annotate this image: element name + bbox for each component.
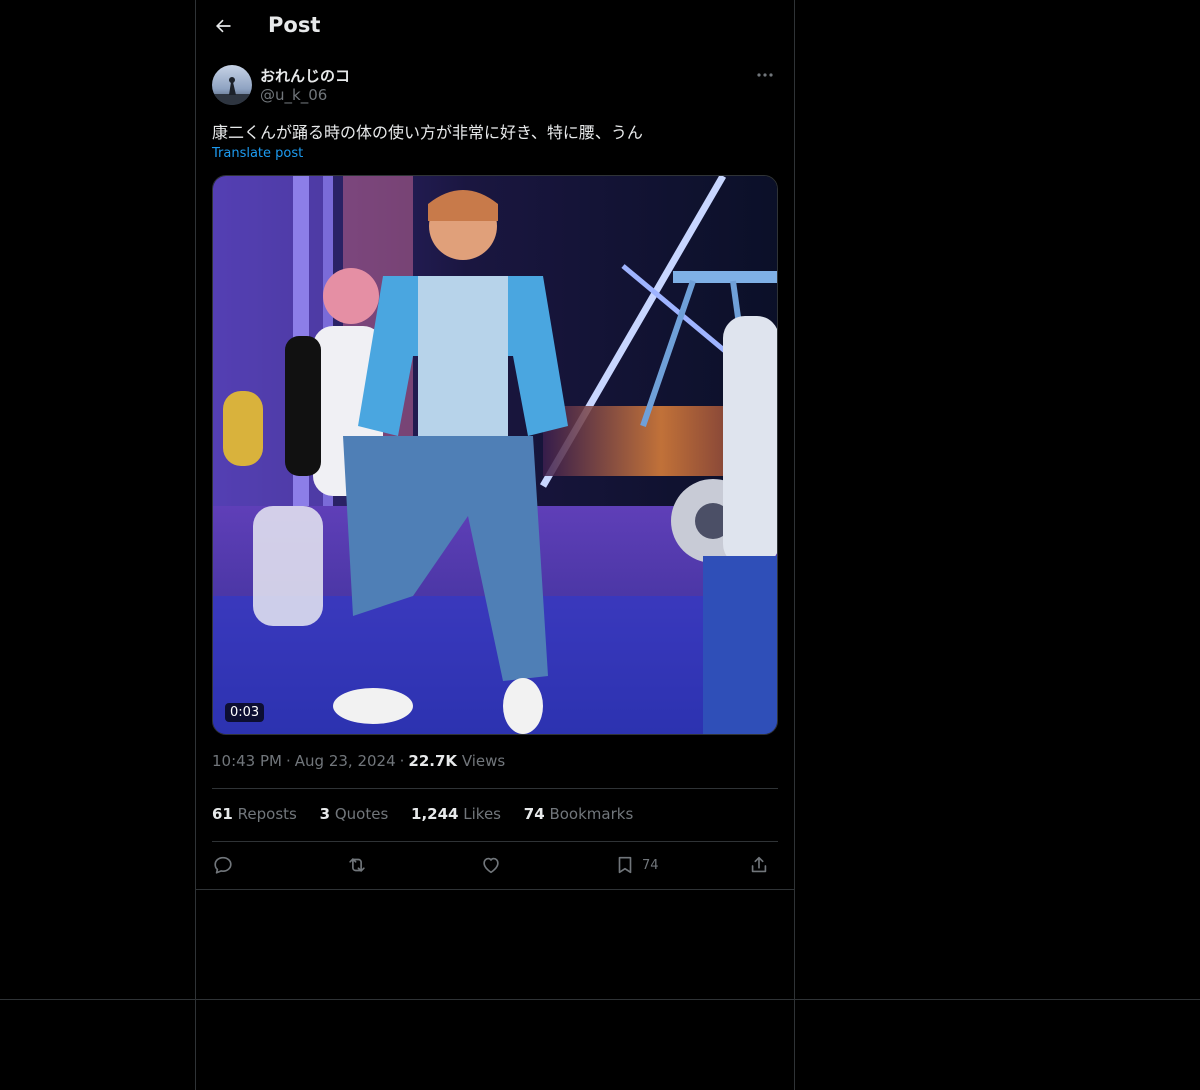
post-actions: 74 (212, 850, 778, 880)
author-display-name[interactable]: おれんじのコ (260, 65, 350, 86)
heart-icon (483, 857, 499, 874)
back-button[interactable] (210, 13, 236, 39)
share-icon (751, 856, 767, 873)
repost-icon (349, 858, 365, 872)
post-author: おれんじのコ @u_k_06 (212, 64, 778, 108)
divider (212, 788, 778, 789)
post-column: Post おれんじのコ @u_k_06 康二くんが踊る時の体の使い方が非常に好き… (196, 0, 794, 874)
post-video[interactable]: 0:03 (212, 175, 778, 735)
post-header: Post (196, 0, 794, 54)
translate-post-link[interactable]: Translate post (212, 146, 303, 161)
reply-button[interactable] (212, 850, 234, 880)
reposts-stat[interactable]: 61 Reposts (212, 805, 297, 823)
bookmark-icon (618, 856, 632, 874)
bookmarks-count: 74 (523, 805, 545, 823)
likes-label: Likes (463, 805, 502, 823)
post-text: 康二くんが踊る時の体の使い方が非常に好き、特に腰、うん (212, 123, 643, 142)
views-count: 22.7K (408, 752, 458, 770)
page-title: Post (268, 13, 321, 37)
views-label: Views (461, 752, 506, 770)
bookmarks-label: Bookmarks (549, 805, 634, 823)
video-thumbnail (213, 176, 777, 734)
avatar-image (212, 65, 252, 105)
divider (212, 841, 778, 842)
bottom-divider (0, 999, 1200, 1000)
ellipsis-icon (757, 73, 773, 77)
reposts-count: 61 (212, 805, 233, 823)
post-meta: 10:43 PM · Aug 23, 2024 · 22.7K Views (212, 752, 505, 770)
post-bottom-border (196, 889, 794, 890)
author-handle[interactable]: @u_k_06 (260, 86, 327, 104)
bookmark-count: 74 (642, 857, 659, 873)
post-stats: 61 Reposts 3 Quotes 1,244 Likes 74 Bookm… (212, 805, 651, 823)
bookmarks-stat[interactable]: 74 Bookmarks (524, 805, 633, 823)
likes-count: 1,244 (411, 805, 459, 823)
page: Post おれんじのコ @u_k_06 康二くんが踊る時の体の使い方が非常に好き… (0, 0, 1200, 1090)
video-duration: 0:03 (225, 703, 265, 722)
post-time[interactable]: 10:43 PM (212, 752, 282, 770)
avatar[interactable] (212, 65, 252, 105)
quotes-stat[interactable]: 3 Quotes (320, 805, 389, 823)
reposts-label: Reposts (237, 805, 297, 823)
post-date[interactable]: Aug 23, 2024 (295, 752, 396, 770)
repost-button[interactable] (346, 850, 368, 880)
share-button[interactable] (748, 850, 770, 880)
meta-separator: · (399, 752, 405, 770)
bookmark-button[interactable]: 74 (614, 850, 659, 880)
column-border-right (794, 0, 795, 1090)
quotes-count: 3 (319, 805, 331, 823)
likes-stat[interactable]: 1,244 Likes (411, 805, 501, 823)
quotes-label: Quotes (334, 805, 389, 823)
more-options-button[interactable] (752, 64, 778, 86)
arrow-left-icon (216, 19, 231, 33)
like-button[interactable] (480, 850, 502, 880)
meta-separator: · (285, 752, 291, 770)
reply-icon (214, 856, 232, 874)
column-border-left (195, 0, 196, 1090)
